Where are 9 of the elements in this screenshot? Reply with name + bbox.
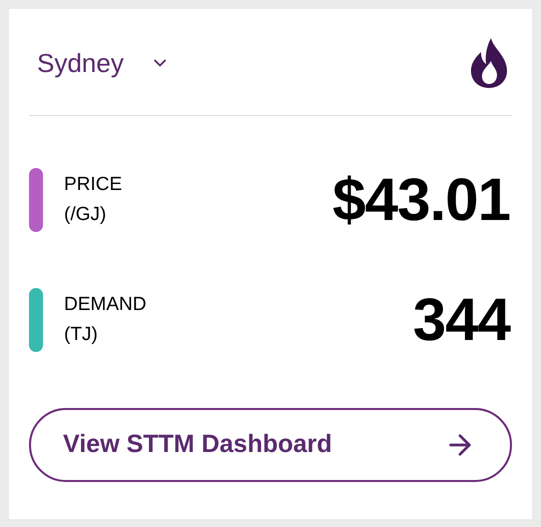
metric-value: $43.01 [332,165,510,235]
flame-icon [471,38,507,88]
dashboard-button[interactable]: View STTM Dashboard [29,408,512,482]
metric-value: 344 [412,285,510,355]
region-dropdown[interactable]: Sydney [37,44,170,82]
metric-unit: (/GJ) [64,203,108,227]
metric-unit: (TJ) [64,323,99,347]
metric-label: PRICE [64,173,122,197]
metric-label: DEMAND [64,293,146,317]
